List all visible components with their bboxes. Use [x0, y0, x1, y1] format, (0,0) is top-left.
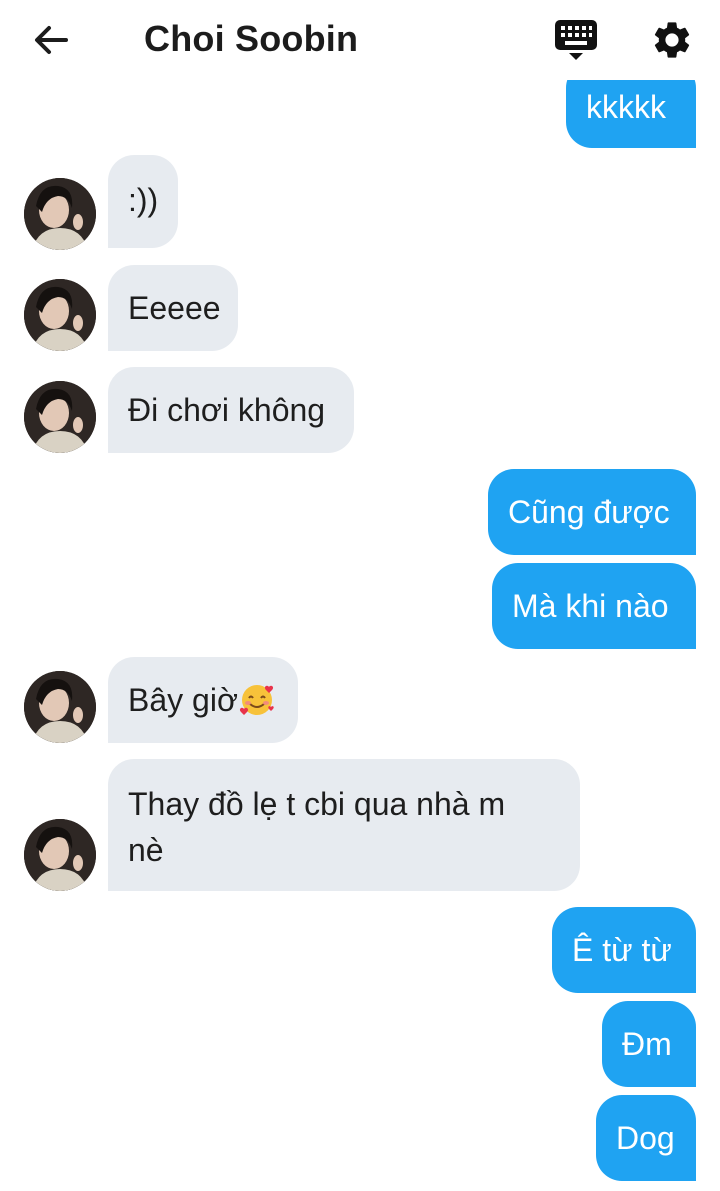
keyboard-icon — [555, 20, 597, 60]
message-text-line-1: Thay đồ lẹ t cbi qua nhà m — [128, 786, 506, 822]
message-bubble-outgoing[interactable]: Cũng được — [488, 469, 696, 555]
message-text: Mà khi nào — [512, 588, 669, 624]
keyboard-button[interactable] — [553, 18, 599, 64]
smiling-face-with-hearts-icon — [239, 685, 274, 715]
message-text: Dog — [616, 1120, 675, 1156]
chat-title: Choi Soobin — [144, 18, 359, 59]
message-bubble-outgoing[interactable]: Ê từ từ — [552, 907, 696, 993]
message-bubble-outgoing[interactable]: Mà khi nào — [492, 563, 696, 649]
message-text: Bây giờ — [128, 682, 238, 718]
avatar[interactable] — [24, 178, 96, 250]
avatar[interactable] — [24, 381, 96, 453]
message-bubble-incoming[interactable]: Bây giờ — [108, 657, 298, 743]
message-bubble-incoming[interactable]: Eeeee — [108, 265, 238, 351]
message-bubble-incoming[interactable]: Đi chơi không — [108, 367, 354, 453]
message-text-line-2: nè — [128, 832, 164, 868]
message-bubble-outgoing[interactable]: Dog — [596, 1095, 696, 1181]
back-button[interactable] — [30, 18, 82, 62]
message-text: Cũng được — [508, 494, 670, 530]
gear-icon — [654, 22, 690, 58]
message-text: Đm — [622, 1026, 672, 1062]
message-bubble-incoming[interactable]: Thay đồ lẹ t cbi qua nhà m nè — [108, 759, 580, 891]
message-text: Eeeee — [128, 290, 221, 326]
message-text: Đi chơi không — [128, 392, 326, 428]
settings-button[interactable] — [650, 18, 694, 62]
chat-header: Choi Soobin — [0, 0, 720, 80]
message-bubble-incoming[interactable]: :)) — [108, 155, 178, 248]
message-text: kkkkk — [586, 89, 666, 125]
message-text: Ê từ từ — [572, 932, 672, 968]
arrow-left-icon — [35, 26, 68, 54]
avatar[interactable] — [24, 279, 96, 351]
message-bubble-outgoing[interactable]: Đm — [602, 1001, 696, 1087]
avatar[interactable] — [24, 671, 96, 743]
message-text: :)) — [128, 182, 159, 218]
avatar[interactable] — [24, 819, 96, 891]
